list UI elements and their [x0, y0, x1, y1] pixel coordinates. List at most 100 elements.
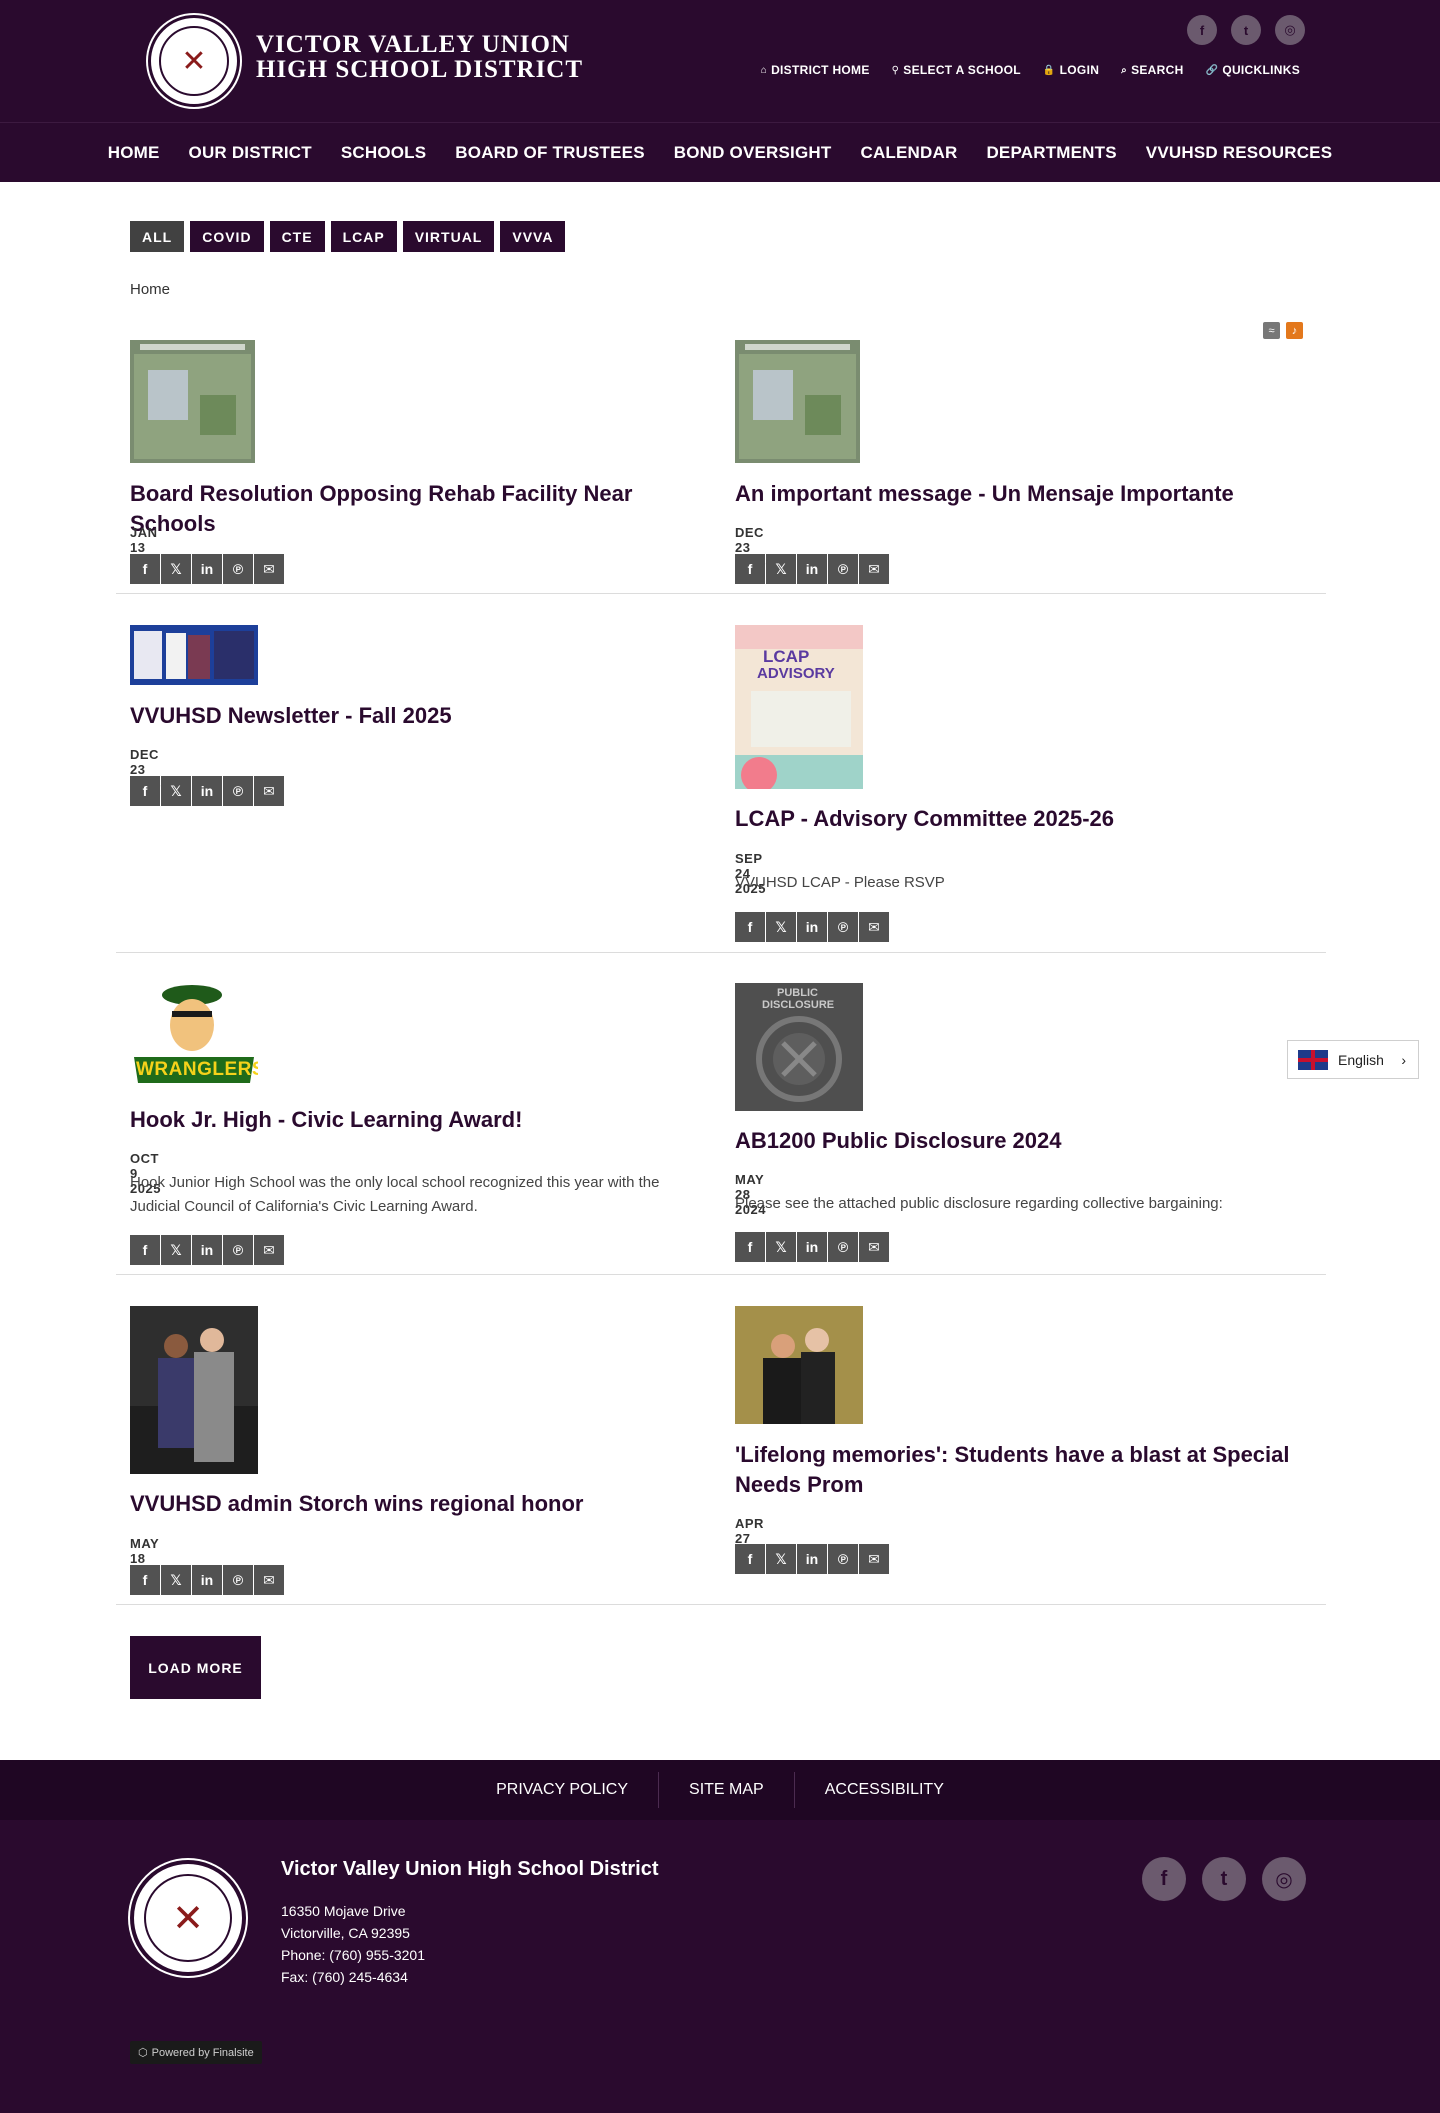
- district-home-link[interactable]: ⌂ DISTRICT HOME: [761, 63, 870, 77]
- instagram-icon[interactable]: ◎: [1262, 1857, 1306, 1901]
- filter-all[interactable]: ALL: [130, 221, 185, 252]
- privacy-policy-link[interactable]: PRIVACY POLICY: [466, 1772, 660, 1808]
- news-thumbnail[interactable]: LCAP ADVISORY: [735, 625, 863, 789]
- share-pinterest-icon[interactable]: ℗: [828, 1232, 858, 1262]
- feed-icons: ≈ ♪: [1263, 322, 1303, 339]
- share-x-icon[interactable]: 𝕏: [766, 1544, 796, 1574]
- share-bar: f 𝕏 in ℗ ✉: [735, 1232, 889, 1262]
- search-link[interactable]: ⌕ SEARCH: [1121, 63, 1183, 77]
- share-bar: f 𝕏 in ℗ ✉: [130, 1565, 284, 1595]
- nav-board-of-trustees[interactable]: BOARD OF TRUSTEES: [441, 143, 659, 163]
- news-thumbnail[interactable]: [735, 1306, 863, 1424]
- share-email-icon[interactable]: ✉: [254, 554, 284, 584]
- news-title[interactable]: Hook Jr. High - Civic Learning Award!: [130, 1105, 710, 1135]
- share-x-icon[interactable]: 𝕏: [766, 554, 796, 584]
- share-pinterest-icon[interactable]: ℗: [223, 1565, 253, 1595]
- share-email-icon[interactable]: ✉: [254, 1565, 284, 1595]
- share-email-icon[interactable]: ✉: [859, 912, 889, 942]
- news-title[interactable]: VVUHSD admin Storch wins regional honor: [130, 1489, 710, 1519]
- filter-covid[interactable]: COVID: [190, 221, 264, 252]
- nav-home[interactable]: HOME: [93, 143, 174, 163]
- share-email-icon[interactable]: ✉: [859, 1544, 889, 1574]
- news-thumbnail[interactable]: [130, 625, 258, 685]
- share-x-icon[interactable]: 𝕏: [766, 1232, 796, 1262]
- share-x-icon[interactable]: 𝕏: [161, 1565, 191, 1595]
- news-title[interactable]: Board Resolution Opposing Rehab Facility…: [130, 479, 710, 539]
- share-facebook-icon[interactable]: f: [130, 776, 160, 806]
- share-facebook-icon[interactable]: f: [735, 1232, 765, 1262]
- filter-lcap[interactable]: LCAP: [330, 221, 397, 252]
- share-pinterest-icon[interactable]: ℗: [828, 554, 858, 584]
- share-email-icon[interactable]: ✉: [254, 1235, 284, 1265]
- news-title[interactable]: LCAP - Advisory Committee 2025-26: [735, 804, 1315, 834]
- news-title[interactable]: 'Lifelong memories': Students have a bla…: [735, 1440, 1315, 1500]
- news-thumbnail[interactable]: [130, 340, 255, 463]
- facebook-icon[interactable]: f: [1187, 15, 1217, 45]
- news-thumbnail[interactable]: [130, 1306, 258, 1474]
- filter-vvva[interactable]: VVVA: [500, 221, 566, 252]
- share-email-icon[interactable]: ✉: [254, 776, 284, 806]
- share-x-icon[interactable]: 𝕏: [161, 554, 191, 584]
- site-title[interactable]: VICTOR VALLEY UNION HIGH SCHOOL DISTRICT: [256, 32, 583, 82]
- news-title[interactable]: An important message - Un Mensaje Import…: [735, 479, 1315, 509]
- share-facebook-icon[interactable]: f: [130, 1235, 160, 1265]
- share-facebook-icon[interactable]: f: [130, 1565, 160, 1595]
- share-linkedin-icon[interactable]: in: [192, 554, 222, 584]
- twitter-icon[interactable]: t: [1202, 1857, 1246, 1901]
- share-pinterest-icon[interactable]: ℗: [828, 1544, 858, 1574]
- filter-virtual[interactable]: VIRTUAL: [402, 221, 495, 252]
- accessibility-link[interactable]: ACCESSIBILITY: [795, 1772, 974, 1808]
- share-linkedin-icon[interactable]: in: [192, 1235, 222, 1265]
- share-pinterest-icon[interactable]: ℗: [223, 776, 253, 806]
- share-facebook-icon[interactable]: f: [735, 554, 765, 584]
- nav-our-district[interactable]: OUR DISTRICT: [174, 143, 326, 163]
- nav-departments[interactable]: DEPARTMENTS: [972, 143, 1131, 163]
- load-more-button[interactable]: LOAD MORE: [130, 1636, 261, 1699]
- instagram-icon[interactable]: ◎: [1275, 15, 1305, 45]
- nav-schools[interactable]: SCHOOLS: [326, 143, 440, 163]
- twitter-icon[interactable]: t: [1231, 15, 1261, 45]
- news-title[interactable]: AB1200 Public Disclosure 2024: [735, 1126, 1315, 1156]
- news-thumbnail[interactable]: WRANGLERS: [130, 983, 258, 1089]
- share-facebook-icon[interactable]: f: [735, 912, 765, 942]
- share-linkedin-icon[interactable]: in: [797, 1232, 827, 1262]
- bell-icon[interactable]: ♪: [1286, 322, 1303, 339]
- site-footer: ✕ Victor Valley Union High School Distri…: [0, 1820, 1440, 2113]
- share-pinterest-icon[interactable]: ℗: [223, 1235, 253, 1265]
- uk-flag-icon: [1298, 1049, 1328, 1070]
- row-divider: [116, 1274, 1326, 1275]
- share-x-icon[interactable]: 𝕏: [161, 776, 191, 806]
- lock-icon: 🔒: [1042, 64, 1056, 76]
- filter-cte[interactable]: CTE: [269, 221, 325, 252]
- share-facebook-icon[interactable]: f: [735, 1544, 765, 1574]
- district-logo-icon[interactable]: ✕: [148, 15, 240, 107]
- breadcrumb[interactable]: Home: [130, 281, 170, 298]
- quicklinks-link[interactable]: 🔗 QUICKLINKS: [1206, 63, 1300, 77]
- nav-vvuhsd-resources[interactable]: VVUHSD RESOURCES: [1131, 143, 1346, 163]
- login-link[interactable]: 🔒 LOGIN: [1043, 63, 1099, 77]
- share-x-icon[interactable]: 𝕏: [161, 1235, 191, 1265]
- select-school-link[interactable]: ⚲ SELECT A SCHOOL: [892, 63, 1021, 77]
- share-pinterest-icon[interactable]: ℗: [223, 554, 253, 584]
- share-linkedin-icon[interactable]: in: [797, 1544, 827, 1574]
- nav-calendar[interactable]: CALENDAR: [846, 143, 972, 163]
- powered-by-link[interactable]: ⬡ Powered by Finalsite: [130, 2041, 262, 2064]
- share-pinterest-icon[interactable]: ℗: [828, 912, 858, 942]
- share-linkedin-icon[interactable]: in: [797, 554, 827, 584]
- nav-bond-oversight[interactable]: BOND OVERSIGHT: [659, 143, 846, 163]
- share-email-icon[interactable]: ✉: [859, 1232, 889, 1262]
- site-map-link[interactable]: SITE MAP: [659, 1772, 795, 1808]
- share-email-icon[interactable]: ✉: [859, 554, 889, 584]
- news-thumbnail[interactable]: PUBLIC DISCLOSURE: [735, 983, 863, 1111]
- language-selector[interactable]: English ›: [1287, 1040, 1419, 1079]
- share-linkedin-icon[interactable]: in: [192, 776, 222, 806]
- facebook-icon[interactable]: f: [1142, 1857, 1186, 1901]
- share-linkedin-icon[interactable]: in: [797, 912, 827, 942]
- share-linkedin-icon[interactable]: in: [192, 1565, 222, 1595]
- rss-icon[interactable]: ≈: [1263, 322, 1280, 339]
- news-thumbnail[interactable]: [735, 340, 860, 463]
- news-title[interactable]: VVUHSD Newsletter - Fall 2025: [130, 701, 710, 731]
- main-navigation: HOME OUR DISTRICT SCHOOLS BOARD OF TRUST…: [0, 122, 1440, 182]
- share-x-icon[interactable]: 𝕏: [766, 912, 796, 942]
- share-facebook-icon[interactable]: f: [130, 554, 160, 584]
